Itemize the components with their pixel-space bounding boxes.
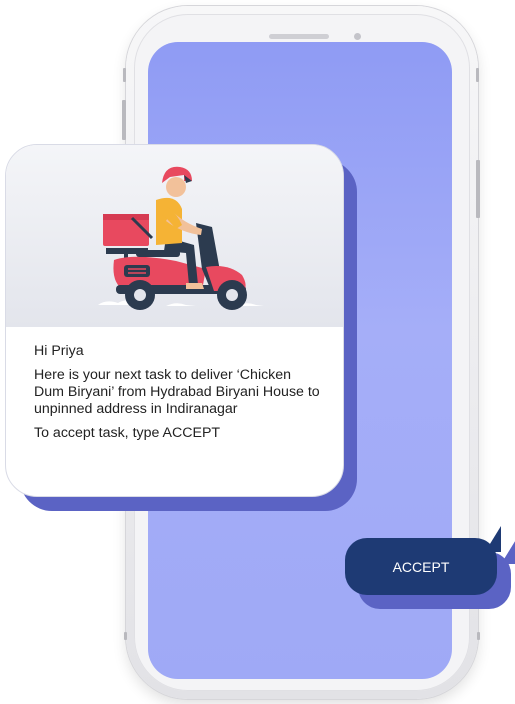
bottom-accent-right	[477, 632, 480, 640]
message-body: Here is your next task to deliver ‘Chick…	[34, 367, 320, 417]
message-greeting: Hi Priya	[34, 343, 84, 359]
mute-switch	[476, 68, 479, 82]
front-camera	[354, 33, 361, 40]
speaker-grille	[269, 34, 329, 39]
accept-reply-text: ACCEPT	[392, 558, 450, 575]
message-instruction: To accept task, type ACCEPT	[34, 425, 221, 441]
delivery-illustration	[6, 145, 343, 327]
message-card: Hi Priya Here is your next task to deliv…	[5, 144, 344, 497]
power-button	[476, 160, 480, 218]
volume-up-button	[122, 100, 126, 140]
accept-reply-bubble[interactable]: ACCEPT	[345, 526, 501, 595]
volume-button	[123, 68, 126, 82]
delivery-scooter-icon	[98, 166, 264, 310]
message-text: Hi Priya Here is your next task to deliv…	[34, 343, 324, 449]
bottom-accent-left	[124, 632, 127, 640]
